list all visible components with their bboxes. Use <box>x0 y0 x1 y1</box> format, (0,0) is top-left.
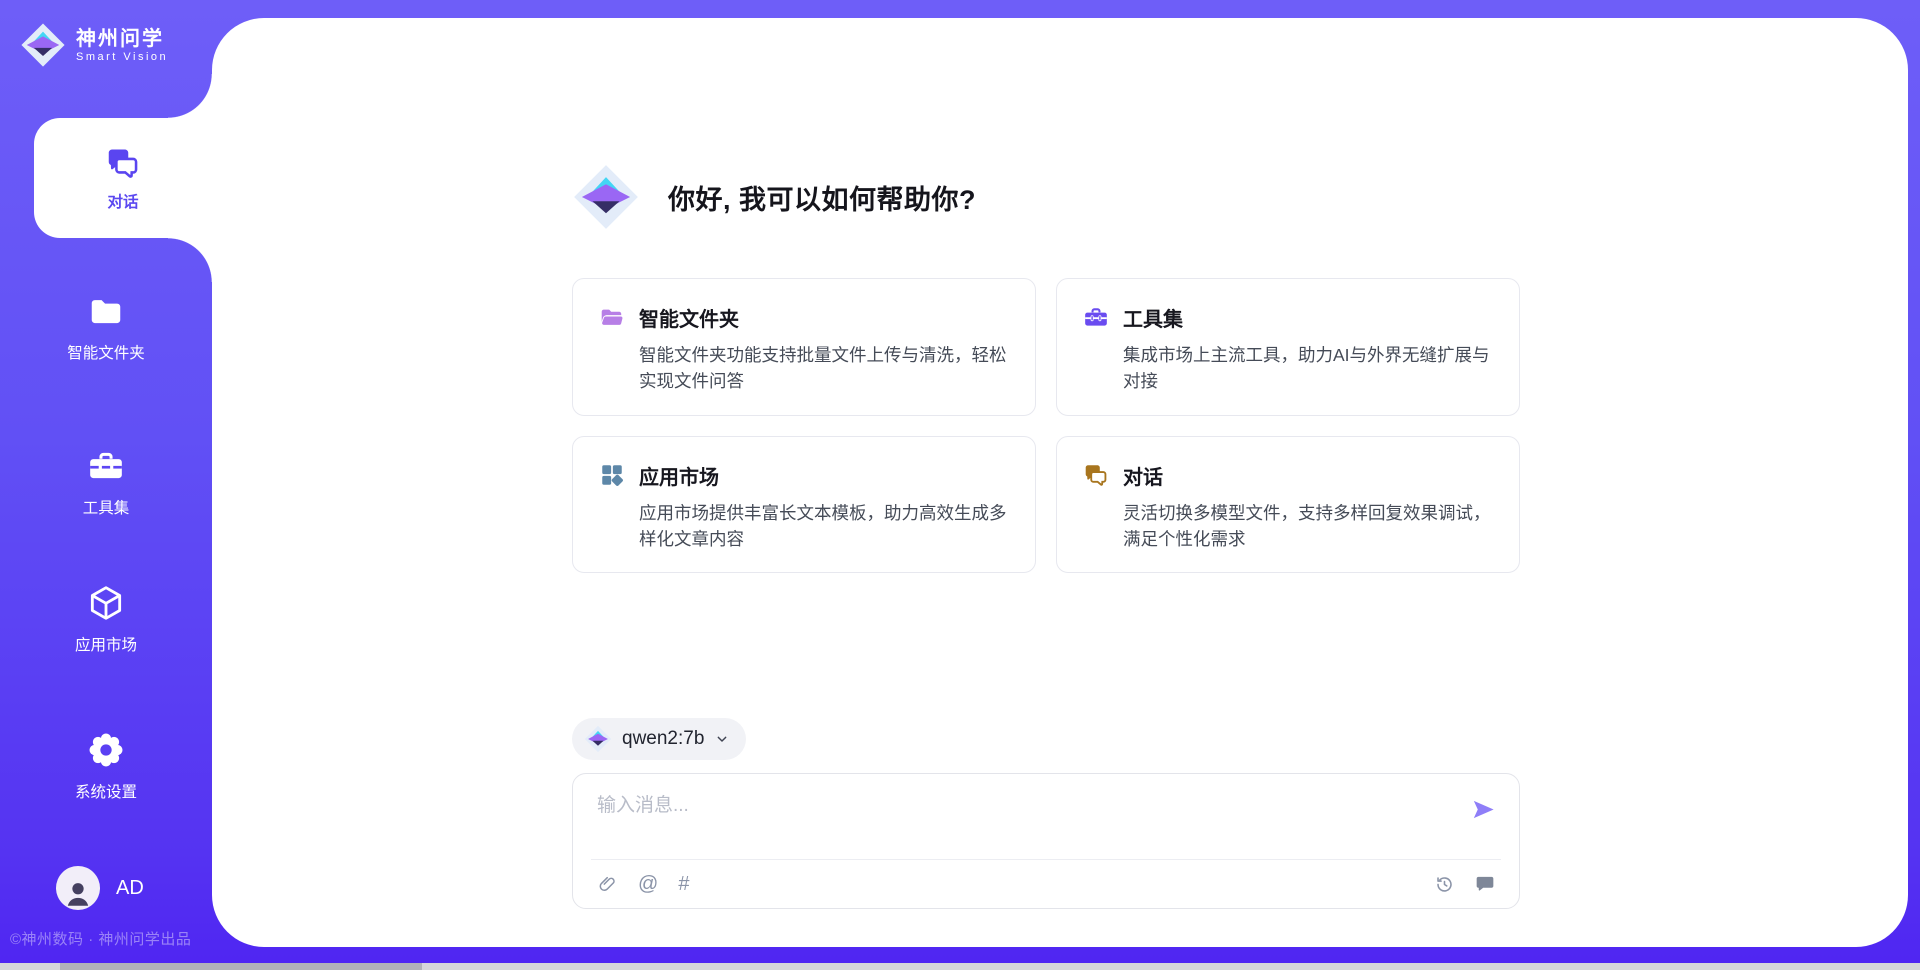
gear-icon <box>86 730 126 770</box>
card-chat[interactable]: 对话 灵活切换多模型文件，支持多样回复效果调试，满足个性化需求 <box>1056 436 1520 574</box>
brand-name-cn: 神州问学 <box>76 28 168 51</box>
card-description: 集成市场上主流工具，助力AI与外界无缝扩展与对接 <box>1123 342 1493 395</box>
card-title: 工具集 <box>1123 303 1183 332</box>
history-icon[interactable] <box>1434 874 1455 895</box>
at-icon[interactable]: @ <box>638 874 658 894</box>
card-smart-folder[interactable]: 智能文件夹 智能文件夹功能支持批量文件上传与清洗，轻松实现文件问答 <box>572 278 1036 416</box>
chat-bubble-icon[interactable] <box>1475 874 1495 894</box>
card-title: 应用市场 <box>639 461 719 490</box>
folder-open-icon <box>599 305 625 331</box>
model-name: qwen2:7b <box>622 728 704 750</box>
brand-name-en: Smart Vision <box>76 51 168 63</box>
folder-icon <box>87 293 125 331</box>
sidebar-item-app-market[interactable]: 应用市场 <box>0 583 212 655</box>
feature-cards: 智能文件夹 智能文件夹功能支持批量文件上传与清洗，轻松实现文件问答 工具集 集成… <box>572 278 1520 573</box>
model-selector[interactable]: qwen2:7b <box>572 718 746 760</box>
composer-toolbar: @ # <box>591 859 1501 908</box>
person-icon <box>61 876 95 910</box>
card-title: 对话 <box>1123 461 1163 490</box>
copyright-footer: ©神州数码 · 神州问学出品 <box>10 928 191 949</box>
sidebar: 神州问学 Smart Vision 对话 智能文件夹 工具集 应用市场 <box>0 0 212 970</box>
scrollbar-thumb[interactable] <box>60 963 422 970</box>
app-grid-icon <box>599 462 625 488</box>
send-button[interactable] <box>1469 796 1497 824</box>
toolbox-icon <box>87 448 125 486</box>
gem-logo-icon <box>572 163 640 231</box>
chat-bubbles-icon <box>105 145 141 181</box>
sidebar-item-smart-folder[interactable]: 智能文件夹 <box>0 293 212 363</box>
sidebar-item-label: 应用市场 <box>75 633 137 655</box>
card-app-market[interactable]: 应用市场 应用市场提供丰富长文本模板，助力高效生成多样化文章内容 <box>572 436 1036 574</box>
chat-bubbles-icon <box>1083 462 1109 488</box>
horizontal-scrollbar[interactable] <box>0 963 1920 970</box>
send-paper-plane-icon <box>1470 796 1497 823</box>
sidebar-item-label: 工具集 <box>83 496 130 518</box>
cube-icon <box>86 583 126 623</box>
main-panel: 你好, 我可以如何帮助你? 智能文件夹 智能文件夹功能支持批量文件上传与清洗，轻… <box>212 18 1908 947</box>
sidebar-item-settings[interactable]: 系统设置 <box>0 730 212 802</box>
message-input-card: @ # <box>572 773 1520 909</box>
paperclip-icon[interactable] <box>597 874 618 895</box>
gem-logo-icon <box>584 725 612 753</box>
brand-logo: 神州问学 Smart Vision <box>20 22 168 68</box>
message-input[interactable] <box>597 790 1449 848</box>
gem-logo-icon <box>20 22 66 68</box>
user-profile[interactable]: AD <box>56 866 144 910</box>
user-name: AD <box>116 877 144 900</box>
sidebar-item-label: 系统设置 <box>75 780 137 802</box>
toolbox-icon <box>1083 305 1109 331</box>
card-description: 智能文件夹功能支持批量文件上传与清洗，轻松实现文件问答 <box>639 342 1009 395</box>
greeting-title: 你好, 我可以如何帮助你? <box>668 178 976 217</box>
avatar <box>56 866 100 910</box>
sidebar-item-toolset[interactable]: 工具集 <box>0 448 212 518</box>
card-title: 智能文件夹 <box>639 303 739 332</box>
sidebar-item-label: 对话 <box>107 190 138 212</box>
sidebar-item-label: 智能文件夹 <box>67 341 145 363</box>
card-description: 应用市场提供丰富长文本模板，助力高效生成多样化文章内容 <box>639 500 1009 553</box>
sidebar-item-chat[interactable]: 对话 <box>34 118 212 238</box>
greeting-block: 你好, 我可以如何帮助你? <box>572 163 976 231</box>
composer: qwen2:7b @ # <box>572 718 1520 909</box>
hash-icon[interactable]: # <box>678 874 689 894</box>
card-description: 灵活切换多模型文件，支持多样回复效果调试，满足个性化需求 <box>1123 500 1493 553</box>
chevron-down-icon <box>714 731 730 747</box>
card-toolset[interactable]: 工具集 集成市场上主流工具，助力AI与外界无缝扩展与对接 <box>1056 278 1520 416</box>
